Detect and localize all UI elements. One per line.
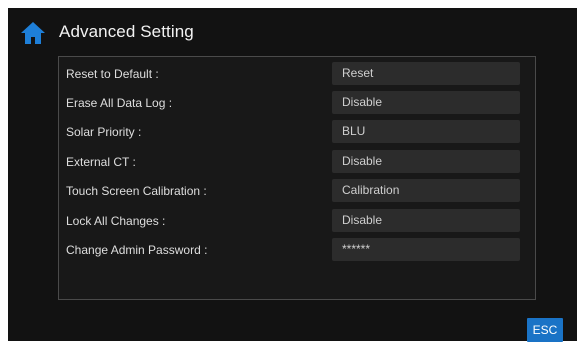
external-ct-select[interactable]: Disable [332, 150, 520, 173]
erase-data-log-select[interactable]: Disable [332, 91, 520, 114]
setting-row-admin-password: Change Admin Password : ****** [59, 237, 535, 263]
setting-row-solar-priority: Solar Priority : BLU [59, 119, 535, 145]
page-title: Advanced Setting [59, 22, 194, 41]
setting-label-solar-priority: Solar Priority : [66, 125, 142, 139]
setting-row-erase-data-log: Erase All Data Log : Disable [59, 90, 535, 116]
setting-row-touch-calibration: Touch Screen Calibration : Calibration [59, 178, 535, 204]
home-icon[interactable] [20, 21, 46, 45]
setting-label-touch-calibration: Touch Screen Calibration : [66, 184, 207, 198]
advanced-setting-screen: Advanced Setting Reset to Default : Rese… [8, 8, 577, 342]
setting-label-external-ct: External CT : [66, 155, 136, 169]
setting-label-erase-data-log: Erase All Data Log : [66, 96, 173, 110]
setting-label-lock-all-changes: Lock All Changes : [66, 214, 166, 228]
lock-all-changes-select[interactable]: Disable [332, 209, 520, 232]
calibration-button[interactable]: Calibration [332, 179, 520, 202]
settings-panel: Reset to Default : Reset Erase All Data … [58, 56, 536, 300]
esc-button[interactable]: ESC [527, 318, 563, 342]
setting-row-reset-to-default: Reset to Default : Reset [59, 61, 535, 87]
reset-button[interactable]: Reset [332, 62, 520, 85]
admin-password-field[interactable]: ****** [332, 238, 520, 261]
setting-row-lock-all-changes: Lock All Changes : Disable [59, 208, 535, 234]
setting-label-reset-to-default: Reset to Default : [66, 67, 159, 81]
solar-priority-select[interactable]: BLU [332, 120, 520, 143]
setting-row-external-ct: External CT : Disable [59, 149, 535, 175]
setting-label-admin-password: Change Admin Password : [66, 243, 208, 257]
